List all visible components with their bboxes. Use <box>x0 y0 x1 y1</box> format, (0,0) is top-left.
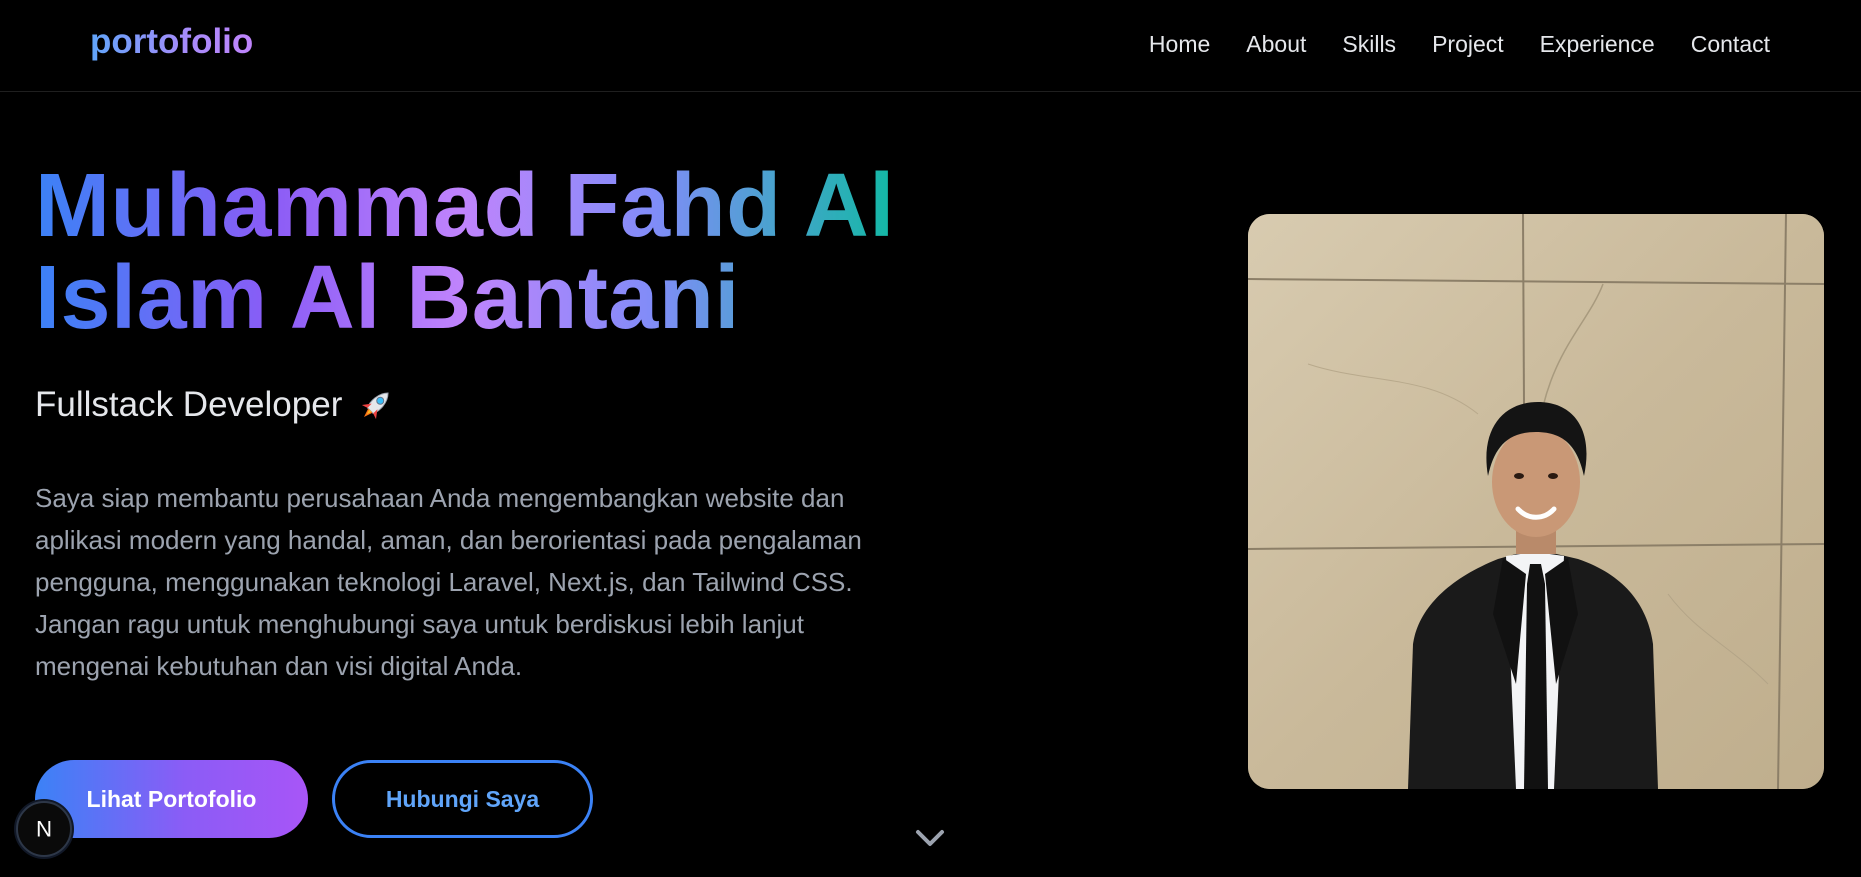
nav-link-experience[interactable]: Experience <box>1540 31 1655 57</box>
nav-link-home[interactable]: Home <box>1149 31 1210 57</box>
chevron-down-icon[interactable] <box>914 826 946 850</box>
hero-title: Muhammad Fahd Al Islam Al Bantani <box>35 160 985 344</box>
nav-link-project[interactable]: Project <box>1432 31 1504 57</box>
nextjs-icon: N <box>36 816 52 841</box>
site-logo[interactable]: portofolio <box>90 21 253 63</box>
nav-link-skills[interactable]: Skills <box>1342 31 1396 57</box>
hero-subtitle-text: Fullstack Developer <box>35 385 343 424</box>
svg-text:N: N <box>36 816 52 841</box>
hero-subtitle: Fullstack Developer <box>35 383 396 427</box>
hero-description: Saya siap membantu perusahaan Anda menge… <box>35 483 862 681</box>
nav-link-contact[interactable]: Contact <box>1691 31 1770 57</box>
nav-links: Home About Skills Project Experience Con… <box>1149 28 1770 60</box>
hero-title-line2: Islam Al Bantani <box>35 248 740 348</box>
profile-photo <box>1248 214 1824 789</box>
navbar: portofolio Home About Skills Project Exp… <box>0 0 1861 92</box>
rocket-icon <box>356 385 396 425</box>
hero-title-line1: Muhammad Fahd Al <box>35 156 895 256</box>
contact-me-button[interactable]: Hubungi Saya <box>332 760 593 838</box>
nextjs-badge[interactable]: N <box>16 801 72 857</box>
nav-link-about[interactable]: About <box>1246 31 1306 57</box>
view-portfolio-button[interactable]: Lihat Portofolio <box>35 760 308 838</box>
